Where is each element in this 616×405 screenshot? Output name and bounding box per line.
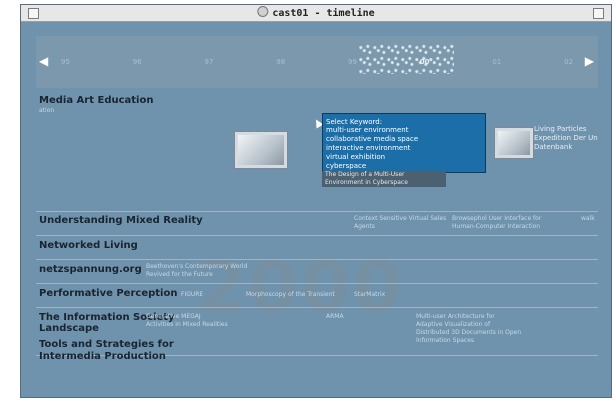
year-label[interactable]: 99 bbox=[348, 58, 357, 66]
category-sub[interactable]: Human-Computer Interaction bbox=[452, 223, 540, 230]
year-label[interactable]: 01 bbox=[492, 58, 501, 66]
category-title[interactable]: Performative Perception bbox=[39, 288, 177, 299]
category-title[interactable]: Understanding Mixed Reality bbox=[39, 215, 203, 226]
year-label-active[interactable]: 00 bbox=[420, 58, 430, 66]
side-label-line: Living Particles bbox=[534, 125, 587, 133]
side-label-line: Expedition Der Un bbox=[534, 134, 598, 142]
category-row[interactable]: Networked Living bbox=[36, 235, 598, 260]
category-title[interactable]: Networked Living bbox=[39, 240, 138, 251]
keyword-popup[interactable]: Select Keyword: multi-user environment c… bbox=[322, 113, 486, 173]
year-label[interactable]: 98 bbox=[276, 58, 285, 66]
category-sub[interactable]: Browsephol User Interface for bbox=[452, 215, 541, 222]
year-label[interactable]: 02 bbox=[564, 58, 573, 66]
category-row[interactable]: Performative Perception FIGURE Morphosco… bbox=[36, 283, 598, 308]
keyword-item[interactable]: multi-user environment bbox=[323, 126, 485, 135]
category-sub[interactable]: Activities in Mixed Realities bbox=[146, 321, 228, 328]
year-label[interactable]: 95 bbox=[61, 58, 70, 66]
category-sub[interactable]: Generative MEGAJ bbox=[146, 313, 201, 320]
caption-line: Environment in Cyberspace bbox=[325, 179, 408, 186]
keyword-item[interactable]: cyberspace bbox=[323, 162, 485, 171]
scroll-left-arrow[interactable]: ◀ bbox=[39, 54, 48, 68]
keyword-item[interactable]: interactive environment bbox=[323, 144, 485, 153]
thumbnail-image bbox=[498, 131, 530, 155]
scroll-right-arrow[interactable]: ▶ bbox=[585, 54, 594, 68]
category-sub[interactable]: StarMatrix bbox=[354, 291, 385, 298]
zoom-box[interactable] bbox=[593, 8, 604, 19]
project-caption: The Design of a Multi-User Environment i… bbox=[322, 171, 446, 187]
timeline-strip[interactable]: ◀ 95 96 97 98 99 00 01 02 ▶ bbox=[36, 36, 598, 88]
timeline-years: 95 96 97 98 99 00 01 02 bbox=[61, 58, 573, 66]
category-title[interactable]: netzspannung.org bbox=[39, 264, 142, 275]
project-thumbnail[interactable] bbox=[234, 131, 288, 169]
keyword-item[interactable]: collaborative media space bbox=[323, 135, 485, 144]
category-row[interactable]: Understanding Mixed Reality Context Sens… bbox=[36, 211, 598, 236]
title-bar[interactable]: cast01 - timeline bbox=[21, 5, 611, 22]
category-area: 2000 Media Art Education ation Understan… bbox=[36, 93, 598, 379]
keyword-item[interactable]: virtual exhibition bbox=[323, 153, 485, 162]
category-title[interactable]: Tools and Strategies for Intermedia Prod… bbox=[39, 339, 199, 363]
timeline-window: cast01 - timeline ◀ 95 96 97 98 99 00 01… bbox=[20, 4, 612, 398]
category-sub[interactable]: walk bbox=[581, 215, 595, 222]
project-thumbnail[interactable] bbox=[494, 127, 534, 159]
side-label-line: Datenbank bbox=[534, 143, 573, 151]
category-sub[interactable]: Agents bbox=[354, 223, 375, 230]
category-row[interactable]: netzspannung.org Beethoven's Contemporar… bbox=[36, 259, 598, 284]
category-sub[interactable]: Context Sensitive Virtual Sales bbox=[354, 215, 446, 222]
caption-line: The Design of a Multi-User bbox=[325, 171, 405, 178]
close-box[interactable] bbox=[28, 8, 39, 19]
category-sub[interactable]: ARMA bbox=[326, 313, 344, 320]
category-title[interactable]: Media Art Education bbox=[39, 95, 153, 106]
keyword-popup-heading: Select Keyword: bbox=[326, 118, 383, 126]
window-title: cast01 - timeline bbox=[257, 6, 375, 19]
category-sub[interactable]: FIGURE bbox=[181, 291, 203, 298]
category-sub[interactable]: Multi-user Architecture for bbox=[416, 313, 495, 320]
thumbnail-image bbox=[238, 135, 284, 165]
window-title-text: cast01 - timeline bbox=[272, 8, 375, 19]
year-label[interactable]: 96 bbox=[133, 58, 142, 66]
category-sub[interactable]: ation bbox=[39, 107, 54, 114]
side-label[interactable]: Living Particles Expedition Der Un Daten… bbox=[534, 125, 598, 152]
category-row[interactable]: Tools and Strategies for Intermedia Prod… bbox=[36, 335, 598, 363]
category-sub[interactable]: Morphoscopy of the Transient bbox=[246, 291, 335, 298]
category-sub[interactable]: Adaptive Visualization of bbox=[416, 321, 490, 328]
year-label[interactable]: 97 bbox=[205, 58, 214, 66]
category-sub[interactable]: Beethoven's Contemporary World bbox=[146, 263, 247, 270]
document-icon bbox=[257, 6, 269, 17]
category-sub[interactable]: Revived for the Future bbox=[146, 271, 213, 278]
